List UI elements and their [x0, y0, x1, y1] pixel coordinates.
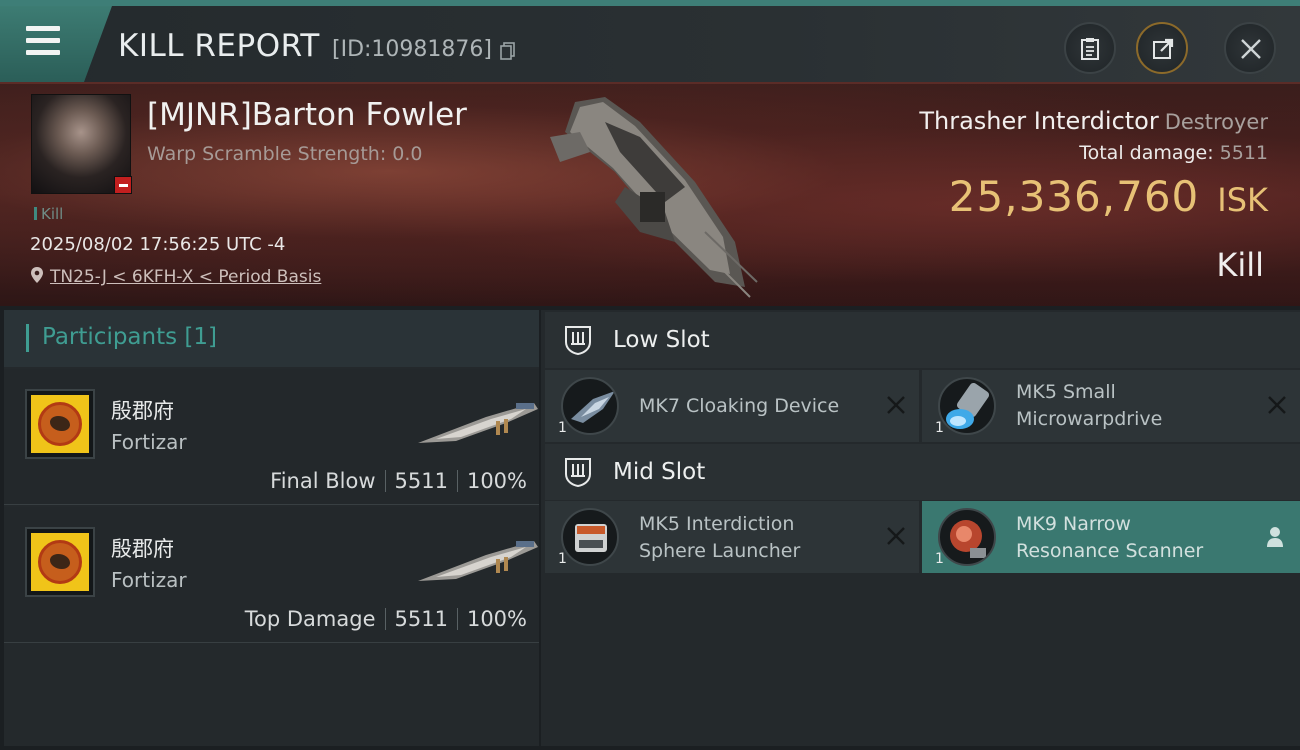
participant-row[interactable]: 殷郡府 Fortizar Top Damage 5511 100% — [4, 507, 539, 643]
participant-corp: 殷郡府 — [111, 537, 174, 561]
destroyed-icon — [887, 527, 905, 545]
close-button[interactable] — [1224, 22, 1276, 74]
module-qty: 1 — [935, 551, 944, 567]
destroyed-icon — [1268, 396, 1286, 414]
lion-emblem-icon — [38, 540, 82, 584]
module-name-line1: MK5 Small — [1016, 381, 1116, 403]
participant-role: Top Damage — [244, 607, 376, 631]
module-name: MK7 Cloaking Device — [639, 395, 840, 417]
kill-datetime: 2025/08/02 17:56:25 UTC -4 — [30, 234, 286, 255]
location-link[interactable]: TN25-J < 6KFH-X < Period Basis — [50, 267, 321, 287]
low-slot-icon — [565, 326, 591, 356]
module-name-line2: Sphere Launcher — [639, 540, 801, 562]
isk-unit: ISK — [1217, 181, 1268, 219]
microwarpdrive-icon — [938, 377, 996, 435]
low-slot-header: Low Slot — [545, 312, 1300, 368]
module-name-line1: MK9 Narrow — [1016, 513, 1131, 535]
ship-class: Destroyer — [1164, 110, 1268, 134]
module-name: MK5 Small Microwarpdrive — [1016, 379, 1162, 433]
pilot-name[interactable]: [MJNR]Barton Fowler — [147, 97, 467, 133]
isk-value: 25,336,760 — [948, 172, 1200, 221]
dropped-user-icon — [1267, 527, 1283, 547]
mid-slot-icon — [565, 458, 591, 488]
corp-logo — [25, 389, 95, 459]
ship-name: Thrasher Interdictor — [919, 107, 1159, 135]
participant-stats: Top Damage 5511 100% — [245, 607, 527, 631]
victim-ship-image — [550, 97, 758, 298]
participant-ship: Fortizar — [111, 430, 187, 454]
module-item[interactable]: 1 MK7 Cloaking Device — [545, 370, 919, 442]
participant-percent: 100% — [466, 469, 527, 493]
module-qty: 1 — [935, 420, 944, 436]
participant-damage: 5511 — [394, 469, 448, 493]
participant-percent: 100% — [466, 607, 527, 631]
participant-stats: Final Blow 5511 100% — [270, 469, 527, 493]
module-item[interactable]: 1 MK5 Interdiction Sphere Launcher — [545, 501, 919, 573]
total-damage-label: Total damage: — [1079, 142, 1214, 164]
module-item[interactable]: 1 MK9 Narrow Resonance Scanner — [922, 501, 1300, 573]
interdiction-launcher-icon — [561, 508, 619, 566]
module-item[interactable]: 1 MK5 Small Microwarpdrive — [922, 370, 1300, 442]
kill-tag: Kill — [34, 205, 63, 223]
corp-logo — [25, 527, 95, 597]
module-name-line2: Microwarpdrive — [1016, 408, 1163, 430]
victim-ship[interactable]: Thrasher Interdictor Destroyer — [919, 107, 1268, 135]
participant-damage: 5511 — [394, 607, 448, 631]
module-qty: 1 — [558, 551, 567, 567]
location-pin-icon — [31, 267, 43, 283]
low-slot-title: Low Slot — [613, 327, 710, 353]
module-name-line1: MK5 Interdiction — [639, 513, 795, 535]
clipboard-button[interactable] — [1064, 22, 1116, 74]
participant-corp: 殷郡府 — [111, 399, 174, 423]
share-button[interactable] — [1136, 22, 1188, 74]
resonance-scanner-icon — [938, 508, 996, 566]
copy-icon[interactable] — [500, 42, 516, 60]
module-name: MK9 Narrow Resonance Scanner — [1016, 511, 1203, 565]
participant-role: Final Blow — [270, 469, 376, 493]
clipboard-icon — [1081, 38, 1099, 60]
standing-badge-icon — [114, 176, 132, 194]
isk-value-line: 25,336,760 ISK — [949, 172, 1268, 221]
kill-location[interactable]: TN25-J < 6KFH-X < Period Basis — [30, 266, 321, 287]
total-damage: Total damage: 5511 — [1079, 142, 1268, 164]
close-icon — [1241, 39, 1261, 59]
participants-header: Participants [1] — [4, 310, 539, 367]
share-external-icon — [1153, 38, 1174, 59]
participant-ship-image — [418, 541, 538, 581]
module-name: MK5 Interdiction Sphere Launcher — [639, 511, 800, 565]
mid-slot-header: Mid Slot — [545, 444, 1300, 500]
participant-row[interactable]: 殷郡府 Fortizar Final Blow 5511 100% — [4, 369, 539, 505]
result-label: Kill — [1216, 246, 1264, 284]
module-name-line2: Resonance Scanner — [1016, 540, 1204, 562]
cloaking-device-icon — [561, 377, 619, 435]
report-id: [ID:10981876] — [332, 37, 492, 62]
participant-ship: Fortizar — [111, 568, 187, 592]
participant-ship-image — [418, 403, 538, 443]
banner-divider — [0, 82, 1300, 84]
top-bar: KILL REPORT [ID:10981876] — [0, 0, 1300, 82]
warp-scramble-strength: Warp Scramble Strength: 0.0 — [147, 143, 423, 165]
menu-button[interactable] — [0, 6, 112, 82]
lion-emblem-icon — [38, 402, 82, 446]
participants-title: Participants [1] — [42, 324, 217, 350]
module-qty: 1 — [558, 420, 567, 436]
mid-slot-title: Mid Slot — [613, 459, 706, 485]
page-title: KILL REPORT — [118, 28, 320, 64]
total-damage-value: 5511 — [1219, 142, 1268, 164]
destroyed-icon — [887, 396, 905, 414]
hamburger-menu-icon[interactable] — [26, 26, 60, 56]
header-accent-bar — [26, 324, 29, 352]
